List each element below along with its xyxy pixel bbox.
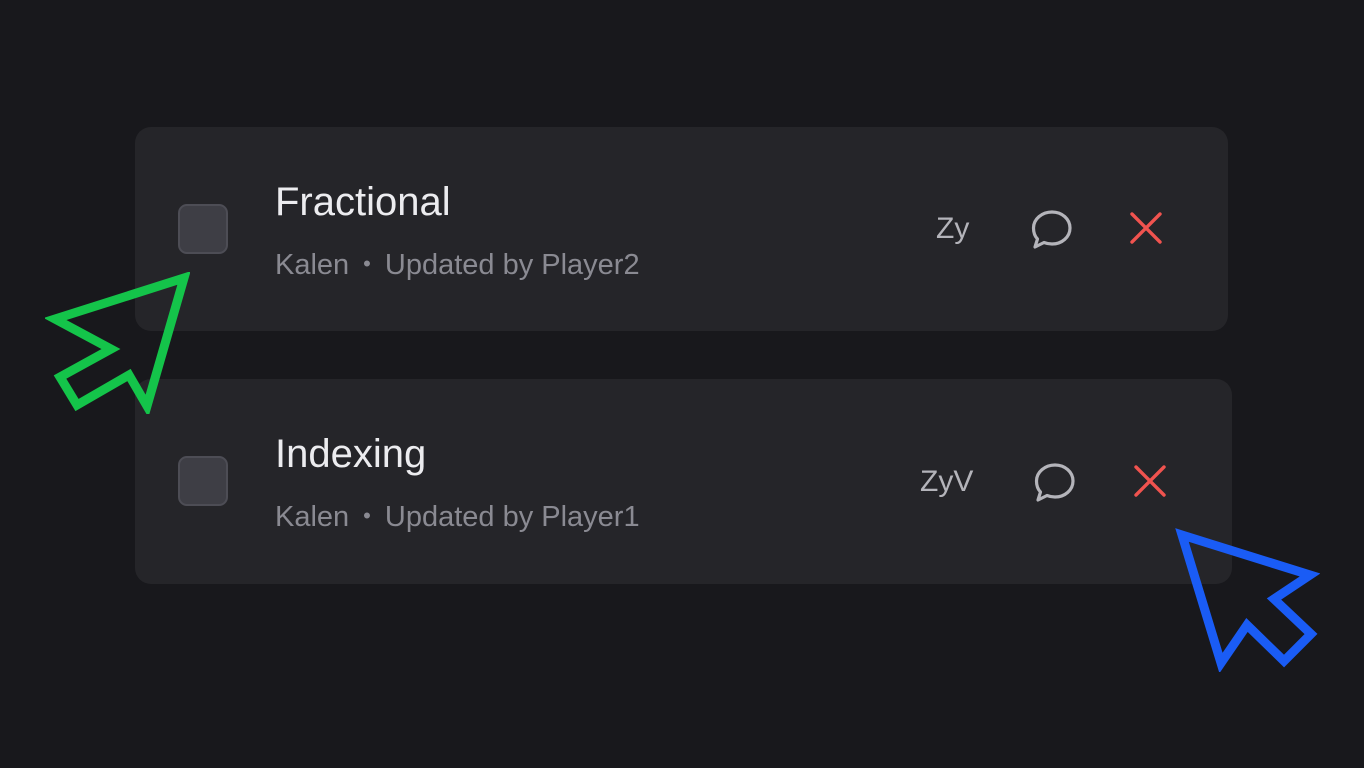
meta-separator: • [363, 503, 371, 528]
speech-bubble-icon [1031, 210, 1072, 249]
delete-button[interactable] [1130, 461, 1170, 501]
task-updated-by: Updated by Player2 [384, 249, 640, 281]
green-arrow-cursor-icon [45, 272, 190, 414]
task-list: Fractional Kalen • Updated by Player2 Zy I… [0, 0, 1364, 768]
close-x-icon [1130, 212, 1162, 244]
comment-button[interactable] [1031, 459, 1079, 507]
task-checkbox[interactable] [178, 204, 228, 254]
task-meta: Kalen • Updated by Player1 [275, 500, 640, 536]
task-title: Fractional [275, 180, 451, 224]
task-card: Indexing Kalen • Updated by Player1 ZyV [135, 379, 1232, 584]
assignee-initials: ZyV [920, 465, 974, 498]
close-x-icon [1134, 465, 1166, 497]
comment-button[interactable] [1028, 206, 1076, 254]
task-meta: Kalen • Updated by Player2 [275, 248, 640, 284]
speech-bubble-icon [1034, 463, 1075, 502]
task-owner: Kalen [275, 501, 350, 533]
assignee-initials: Zy [936, 212, 970, 245]
meta-separator: • [363, 251, 371, 276]
task-owner: Kalen [275, 249, 350, 281]
task-title: Indexing [275, 432, 427, 476]
delete-button[interactable] [1126, 208, 1166, 248]
blue-arrow-cursor-icon [1175, 528, 1320, 672]
task-checkbox[interactable] [178, 456, 228, 506]
task-card: Fractional Kalen • Updated by Player2 Zy [135, 127, 1228, 331]
task-updated-by: Updated by Player1 [384, 501, 640, 533]
